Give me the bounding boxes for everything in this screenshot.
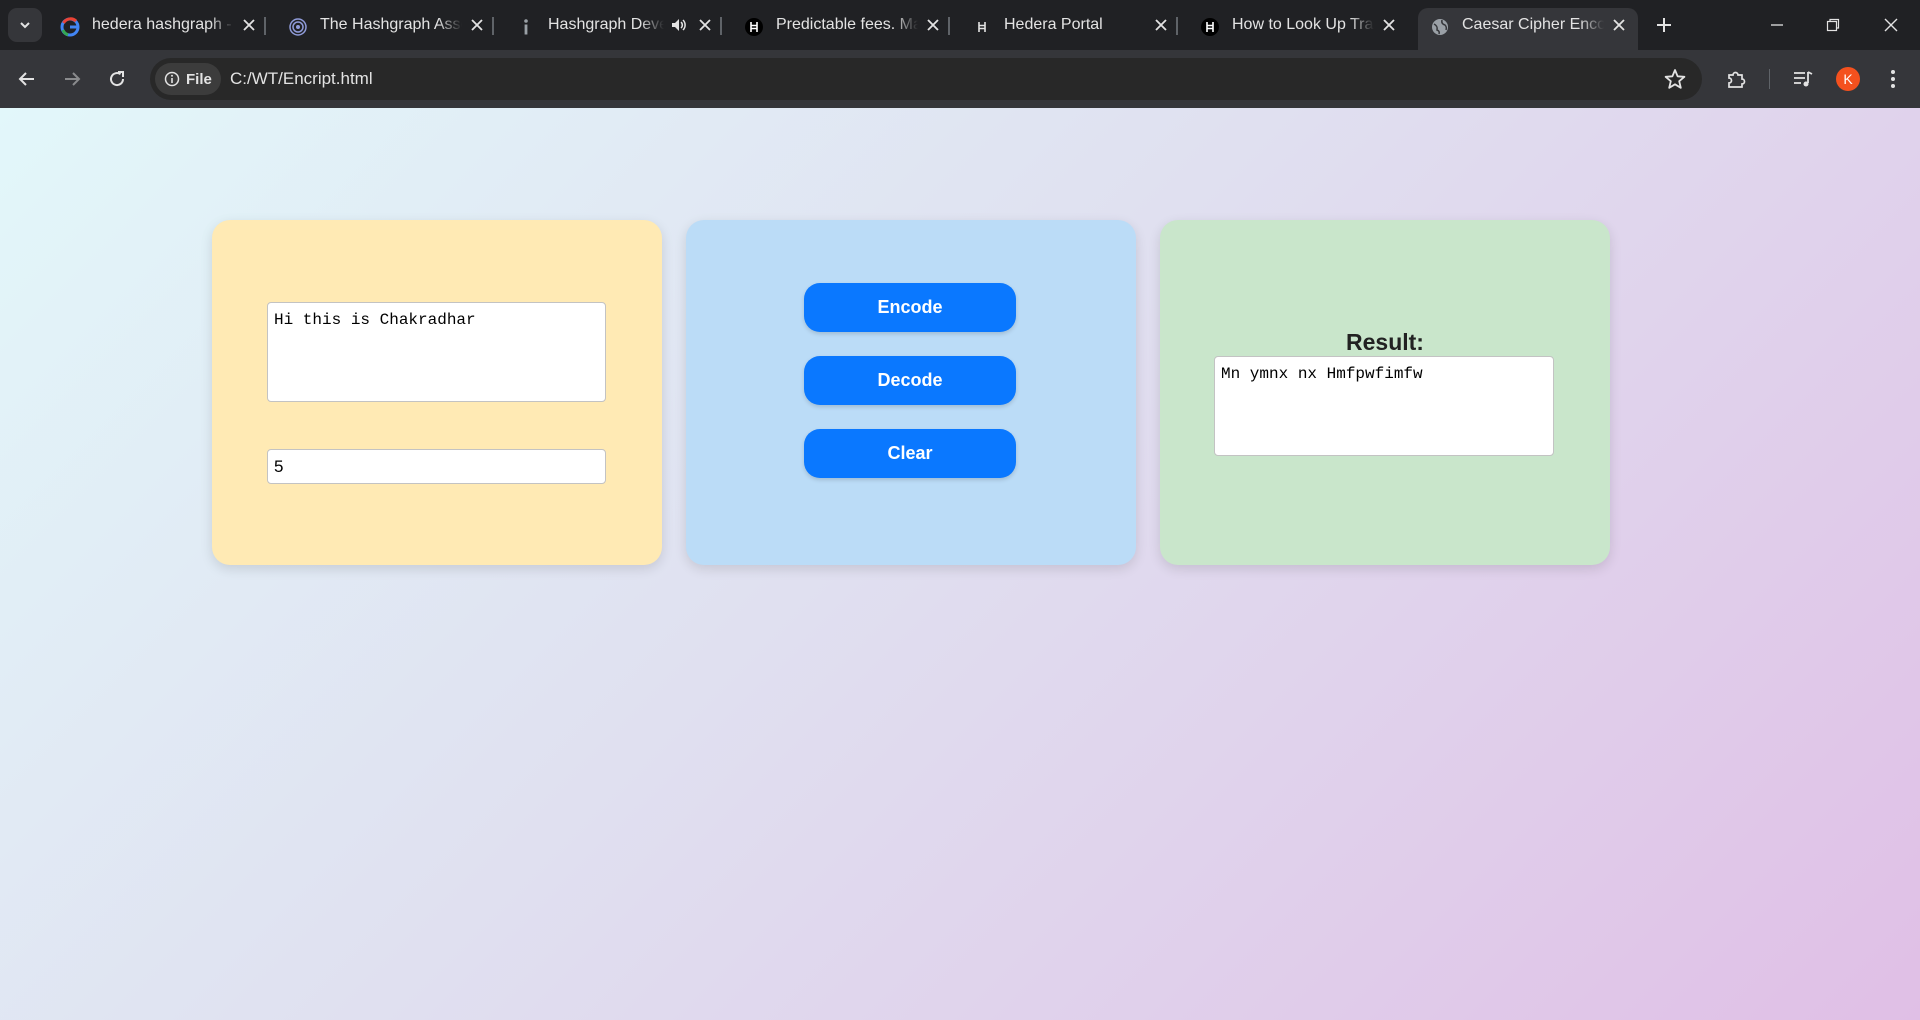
site-info-chip[interactable]: File	[155, 63, 221, 95]
tab-title: Caesar Cipher Encoder	[1462, 8, 1604, 42]
profile-avatar[interactable]: K	[1836, 67, 1860, 91]
info-circle-icon	[164, 71, 180, 87]
more-vertical-icon	[1891, 70, 1895, 88]
tab-5[interactable]: How to Look Up Transactions	[1188, 8, 1406, 50]
bookmark-star-icon[interactable]	[1664, 68, 1686, 90]
message-input[interactable]: Hi this is Chakradhar	[267, 302, 606, 402]
close-tab-icon[interactable]	[238, 14, 260, 36]
back-button[interactable]	[11, 63, 43, 95]
tab-1[interactable]: The Hashgraph Association	[276, 8, 494, 50]
controls-card: Encode Decode Clear	[686, 220, 1136, 565]
clear-button[interactable]: Clear	[804, 429, 1016, 478]
globe-icon	[1430, 17, 1450, 37]
puzzle-icon	[1728, 71, 1746, 88]
page-viewport: Hi this is Chakradhar Encode Decode Clea…	[0, 108, 1920, 1020]
tab-separator	[1176, 17, 1178, 35]
tab-6-active[interactable]: Caesar Cipher Encoder	[1418, 8, 1638, 50]
result-card: Result: Mn ymnx nx Hmfpwfimfw	[1160, 220, 1610, 565]
tab-2[interactable]: Hashgraph Developer	[504, 8, 722, 50]
result-heading: Result:	[1346, 329, 1424, 355]
url-text[interactable]: C:/WT/Encript.html	[230, 58, 373, 100]
close-tab-icon[interactable]	[694, 14, 716, 36]
speaker-icon[interactable]	[670, 16, 688, 39]
tab-separator	[264, 17, 266, 35]
address-bar[interactable]: File C:/WT/Encript.html	[150, 58, 1702, 100]
reload-button[interactable]	[101, 63, 133, 95]
tab-separator	[948, 17, 950, 35]
toolbar-separator	[1769, 69, 1770, 89]
back-arrow-icon	[18, 72, 34, 86]
extensions-button[interactable]	[1722, 65, 1750, 93]
close-tab-icon[interactable]	[1378, 14, 1400, 36]
window-close-button[interactable]	[1876, 10, 1906, 40]
forward-arrow-icon	[65, 72, 81, 86]
shift-input[interactable]	[267, 449, 606, 484]
decode-button[interactable]: Decode	[804, 356, 1016, 405]
restore-icon	[1826, 18, 1840, 32]
tab-search-button[interactable]	[8, 8, 42, 42]
forward-button[interactable]	[56, 63, 88, 95]
tab-title: The Hashgraph Association	[320, 8, 462, 42]
browser-toolbar: File C:/WT/Encript.html	[0, 50, 1920, 108]
plus-icon	[1657, 18, 1671, 32]
close-tab-icon[interactable]	[1608, 14, 1630, 36]
google-icon	[60, 17, 80, 37]
site-info-label: File	[186, 70, 212, 88]
restore-button[interactable]	[1818, 10, 1848, 40]
tab-4[interactable]: Hedera Portal	[960, 8, 1178, 50]
minimize-button[interactable]	[1762, 10, 1792, 40]
close-tab-icon[interactable]	[466, 14, 488, 36]
minimize-icon	[1771, 24, 1783, 26]
browser-menu-button[interactable]	[1879, 65, 1907, 93]
close-icon	[1884, 18, 1898, 32]
tab-title: Hashgraph Developer	[548, 8, 664, 42]
playlist-icon	[1794, 71, 1813, 87]
tab-3[interactable]: Predictable fees. Made for business	[732, 8, 950, 50]
tab-title: How to Look Up Transactions	[1232, 8, 1374, 42]
info-icon	[516, 17, 536, 37]
tab-separator	[492, 17, 494, 35]
close-tab-icon[interactable]	[1150, 14, 1172, 36]
tab-0[interactable]: hedera hashgraph - Google Search	[48, 8, 266, 50]
hedera-icon	[1200, 17, 1220, 37]
tab-title: hedera hashgraph - Google Search	[92, 8, 234, 42]
hedera-portal-icon	[972, 17, 992, 37]
media-controls-button[interactable]	[1789, 65, 1817, 93]
reload-icon	[110, 71, 125, 87]
result-output[interactable]: Mn ymnx nx Hmfpwfimfw	[1214, 356, 1554, 456]
chevron-down-icon	[20, 22, 30, 29]
hashgraph-association-icon	[288, 17, 308, 37]
tab-title: Predictable fees. Made for business	[776, 8, 918, 42]
encode-button[interactable]: Encode	[804, 283, 1016, 332]
tab-strip: hedera hashgraph - Google Search The Has…	[0, 0, 1920, 50]
close-tab-icon[interactable]	[922, 14, 944, 36]
new-tab-button[interactable]	[1651, 12, 1677, 38]
input-card: Hi this is Chakradhar	[212, 220, 662, 565]
hedera-icon	[744, 17, 764, 37]
tab-title: Hedera Portal	[1004, 8, 1146, 42]
tab-separator	[720, 17, 722, 35]
